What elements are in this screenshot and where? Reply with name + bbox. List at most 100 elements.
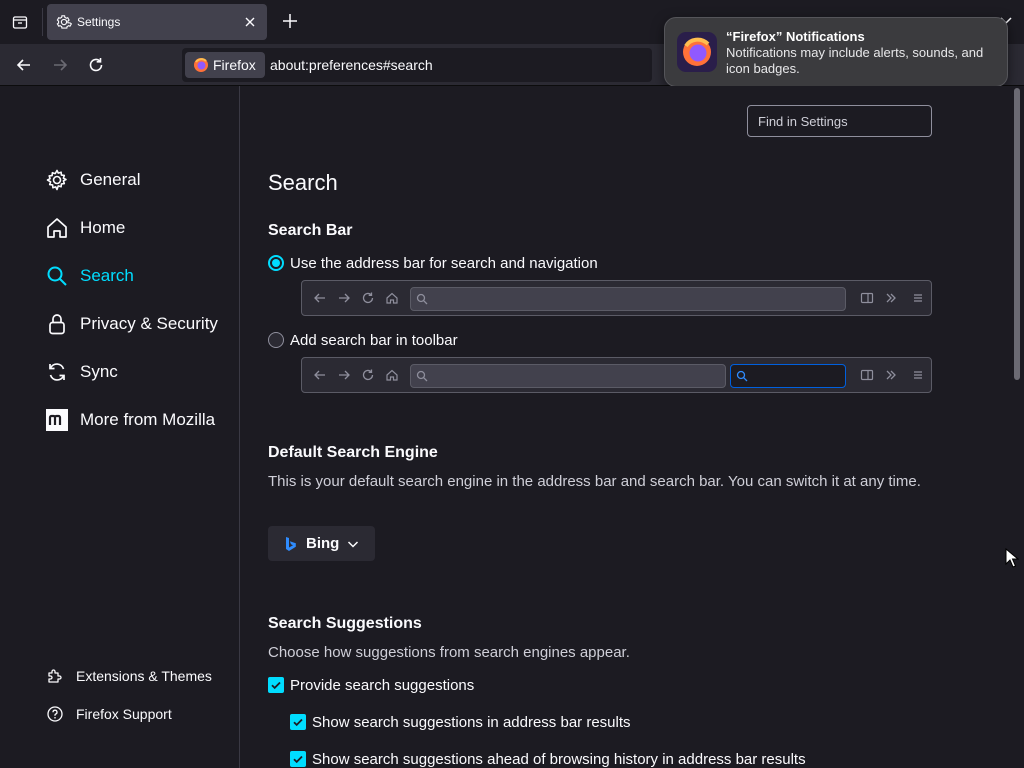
sidebar-item-home[interactable]: Home [44,213,125,243]
sidebar-item-more-from-mozilla[interactable]: More from Mozilla [44,405,215,435]
firefox-logo-icon [194,58,208,72]
close-icon [245,17,255,27]
back-arrow-icon [313,368,327,382]
default-search-engine-heading: Default Search Engine [268,444,438,461]
firefox-app-icon [677,32,717,72]
default-engine-dropdown[interactable]: Bing [268,526,375,561]
search-icon [416,370,428,382]
overflow-chevron-icon [884,368,898,382]
list-all-tabs-button[interactable] [8,10,32,34]
sidebar-item-general[interactable]: General [44,165,140,195]
checkbox-show-in-address-bar[interactable]: Show search suggestions in address bar r… [290,712,631,732]
radio-label: Add search bar in toolbar [290,331,458,349]
radio-label: Use the address bar for search and navig… [290,254,598,272]
checkbox-label: Show search suggestions in address bar r… [312,713,631,731]
checkbox-provide-suggestions[interactable]: Provide search suggestions [268,675,474,695]
sidebar-item-label: Sync [80,362,118,381]
sidebar-item-privacy-security[interactable]: Privacy & Security [44,309,218,339]
sidebar-icon [860,368,874,382]
engine-name: Bing [306,535,340,552]
back-button[interactable] [13,54,35,76]
preview-search-field [730,364,846,388]
checkbox-show-ahead-of-history[interactable]: Show search suggestions ahead of browsin… [290,749,806,768]
category-sidebar: General Home Search Privacy & Security S… [0,86,240,768]
sidebar-footer-label: Extensions & Themes [76,668,212,684]
preview-address-field [410,364,726,388]
notification-popup[interactable]: “Firefox” Notifications Notifications ma… [664,17,1008,87]
home-icon [385,368,399,382]
tab-list-icon [12,16,28,29]
tab-settings[interactable]: Settings [47,4,267,40]
sidebar-item-sync[interactable]: Sync [44,357,118,387]
checkbox-checked[interactable] [268,677,284,693]
puzzle-icon [46,667,64,685]
reload-button[interactable] [85,54,107,76]
search-icon [416,293,428,305]
sidebar-icon [860,291,874,305]
page-scrollbar[interactable] [1011,86,1024,768]
reload-icon [361,368,375,382]
close-tab-button[interactable] [241,13,259,31]
plus-icon [283,14,297,28]
gear-icon [44,167,70,193]
checkbox-label: Show search suggestions ahead of browsin… [312,750,806,768]
search-suggestions-description: Choose how suggestions from search engin… [268,644,630,661]
url-bar[interactable]: Firefox about:preferences#search [182,48,652,82]
forward-arrow-icon [54,59,68,71]
notification-title: “Firefox” Notifications [726,29,865,44]
chevron-down-icon [348,540,359,548]
mouse-cursor-icon [1005,548,1019,568]
radio-use-address-bar[interactable]: Use the address bar for search and navig… [268,253,598,273]
radio-add-search-bar[interactable]: Add search bar in toolbar [268,330,458,350]
identity-label: Firefox [213,57,256,73]
url-text[interactable]: about:preferences#search [270,57,433,73]
checkbox-checked[interactable] [290,714,306,730]
forward-arrow-icon [337,291,351,305]
sidebar-item-label: Privacy & Security [80,314,218,333]
radio-button[interactable] [268,332,284,348]
sidebar-footer-label: Firefox Support [76,706,172,722]
tab-separator [42,8,43,36]
identity-box[interactable]: Firefox [185,52,265,78]
gear-icon [55,13,73,31]
reload-icon [361,291,375,305]
page-title: Search [268,170,338,195]
address-bar-preview [301,280,932,316]
checkbox-checked[interactable] [290,751,306,767]
home-icon [385,291,399,305]
sidebar-item-label: More from Mozilla [80,410,216,429]
notification-body: Notifications may include alerts, sounds… [726,45,984,76]
tab-title: Settings [77,15,121,29]
back-arrow-icon [313,291,327,305]
lock-icon [44,311,70,337]
sidebar-item-label: General [80,170,141,189]
hamburger-menu-icon [911,368,925,382]
scrollbar-thumb[interactable] [1014,88,1020,380]
search-icon [44,263,70,289]
checkbox-label: Provide search suggestions [290,676,475,694]
default-search-engine-description: This is your default search engine in th… [268,473,921,490]
mozilla-icon [44,407,70,433]
new-tab-button[interactable] [280,11,300,31]
bing-logo-icon [286,536,296,551]
find-in-settings-input[interactable] [747,105,932,137]
sidebar-item-label: Search [80,266,134,285]
preview-address-field [410,287,846,311]
radio-button-selected[interactable] [268,255,284,271]
help-icon [46,705,64,723]
sidebar-item-firefox-support[interactable]: Firefox Support [46,703,172,725]
sidebar-item-label: Home [80,218,126,237]
reload-icon [89,58,103,72]
checkmark-icon [293,718,303,727]
settings-main-pane: Search Search Bar Use the address bar fo… [241,86,1011,768]
checkmark-icon [293,755,303,764]
search-suggestions-heading: Search Suggestions [268,615,422,632]
back-arrow-icon [16,59,30,71]
sidebar-item-extensions-themes[interactable]: Extensions & Themes [46,665,212,687]
home-icon [44,215,70,241]
sidebar-item-search[interactable]: Search [44,261,134,291]
hamburger-menu-icon [911,291,925,305]
sync-icon [44,359,70,385]
forward-button[interactable] [49,54,71,76]
checkmark-icon [271,681,281,690]
